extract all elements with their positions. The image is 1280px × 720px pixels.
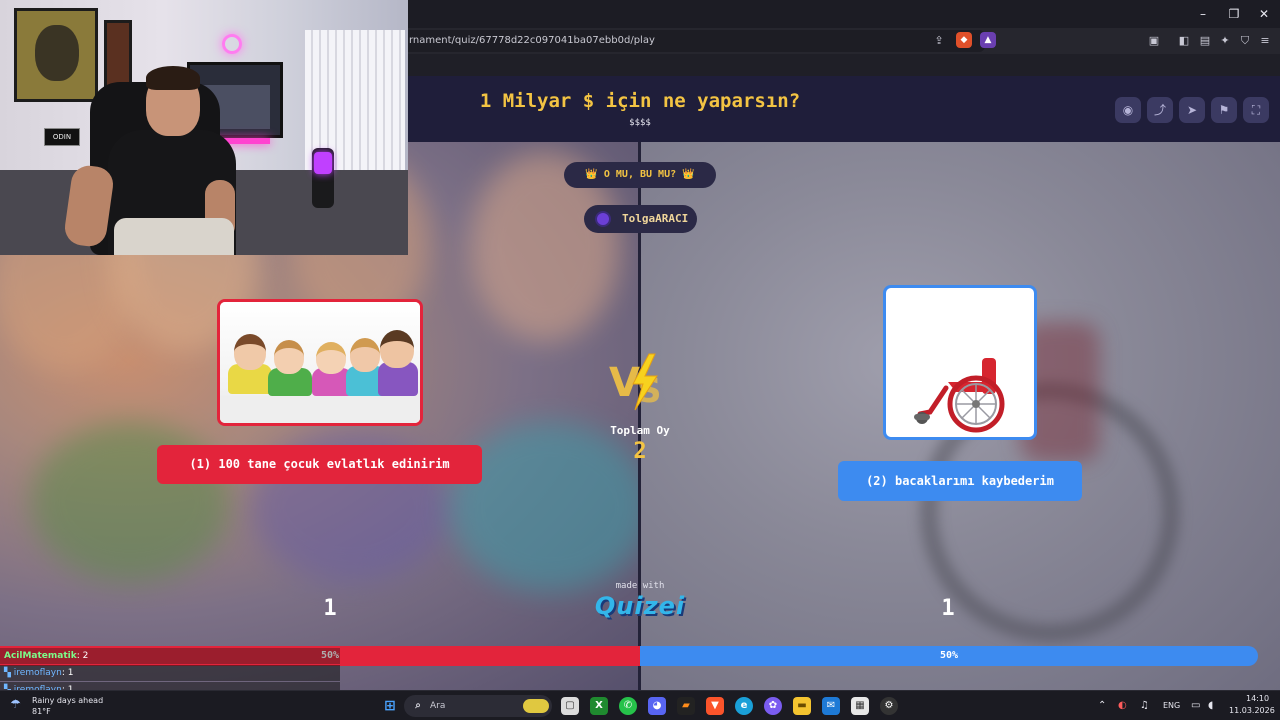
fullscreen-icon[interactable]: ⛶ xyxy=(1243,97,1269,123)
maximize-button[interactable]: ❐ xyxy=(1219,4,1249,24)
chat-message: AcilMatematik: 2 xyxy=(0,648,340,664)
windows-taskbar: Rainy days ahead 81°F ☂ ⊞ Ara ⌕ ▢ X ✆ ◕ … xyxy=(0,690,1280,720)
quizei-logo[interactable]: Quizei xyxy=(580,592,700,620)
neon-light xyxy=(222,34,242,54)
copilot-icon[interactable]: ✿ xyxy=(764,697,782,715)
clock-date[interactable]: 11.03.2026 xyxy=(1229,706,1275,715)
tray-chevron-icon[interactable]: ⌃ xyxy=(1098,700,1106,711)
wallet-icon[interactable]: ▤ xyxy=(1196,32,1214,50)
option-left-image[interactable] xyxy=(217,299,423,426)
mail-icon[interactable]: ✉ xyxy=(822,697,840,715)
discord-icon[interactable]: ◕ xyxy=(648,697,666,715)
chat-text: : 2 xyxy=(76,651,89,661)
stream-chat: AcilMatematik: 2 ▚ iremoflayn: 1 ▚ iremo… xyxy=(0,648,340,698)
option-right-image[interactable] xyxy=(883,285,1037,440)
weather-text: Rainy days ahead xyxy=(32,696,104,705)
total-votes-value: 2 xyxy=(633,439,647,464)
right-percent: 50% xyxy=(939,650,959,661)
reader-icon[interactable]: ▣ xyxy=(1145,32,1163,50)
mode-badge: 👑 O MU, BU MU? 👑 xyxy=(564,162,716,188)
search-icon: ⌕ xyxy=(415,700,421,711)
vs-badge-icon: V S xyxy=(609,353,662,411)
chat-user: AcilMatematik xyxy=(4,651,77,661)
odin-sign: ODIN xyxy=(44,128,80,146)
search-highlight-icon[interactable] xyxy=(523,699,549,713)
right-progress-bar: 50% xyxy=(640,646,1258,666)
whatsapp-icon[interactable]: ✆ xyxy=(619,697,637,715)
start-icon[interactable]: ⊞ xyxy=(381,697,399,715)
option-right-button[interactable]: (2) bacaklarımı kaybederim xyxy=(838,461,1082,501)
url-field[interactable]: rnament/quiz/67778d22c097041ba07ebb0d/pl… xyxy=(395,30,985,52)
author-badge[interactable]: TolgaARACI xyxy=(584,205,697,233)
quiz-subtitle: $$$$ xyxy=(629,118,651,128)
author-name: TolgaARACI xyxy=(622,212,689,225)
total-votes-label: Toplam Oy xyxy=(610,424,670,437)
mic-icon[interactable]: ♫ xyxy=(1140,700,1149,711)
flag-icon[interactable]: ⚑ xyxy=(1211,97,1237,123)
sidebar-icon[interactable]: ◧ xyxy=(1175,32,1193,50)
chat-user: iremoflayn xyxy=(13,668,62,678)
task-view-icon[interactable]: ▢ xyxy=(561,697,579,715)
chat-message: ▚ iremoflayn: 1 xyxy=(0,665,340,681)
chat-badge-icon: ▚ xyxy=(4,668,14,678)
eye-icon[interactable]: ◉ xyxy=(1115,97,1141,123)
wheelchair-icon xyxy=(914,358,1005,433)
volume-icon[interactable]: ◖ xyxy=(1208,700,1213,711)
brave-icon[interactable]: ▼ xyxy=(706,697,724,715)
wall-painting xyxy=(14,8,98,102)
right-vote-count: 1 xyxy=(941,596,955,621)
option-left-button[interactable]: (1) 100 tane çocuk evlatlık edinirim xyxy=(157,445,482,484)
tray-app-icon[interactable]: ◐ xyxy=(1118,700,1127,711)
app-icon[interactable]: ⚙ xyxy=(880,697,898,715)
quiz-title: 1 Milyar $ için ne yaparsın? xyxy=(479,90,801,112)
terminal-icon[interactable]: ▰ xyxy=(677,697,695,715)
share-icon[interactable]: ⤴ xyxy=(1147,97,1173,123)
author-avatar xyxy=(595,211,611,227)
screen: – ❐ ✕ rnament/quiz/67778d22c097041ba07eb… xyxy=(0,0,1280,720)
edge-icon[interactable]: e xyxy=(735,697,753,715)
vpn-icon[interactable]: ⛉ xyxy=(1236,32,1254,50)
weather-temp: 81°F xyxy=(32,707,51,716)
minimize-button[interactable]: – xyxy=(1188,4,1218,24)
send-icon[interactable]: ➤ xyxy=(1179,97,1205,123)
clock-time[interactable]: 14:10 xyxy=(1246,694,1269,703)
network-icon[interactable]: ▭ xyxy=(1191,700,1200,711)
left-vote-count: 1 xyxy=(323,596,337,621)
close-button[interactable]: ✕ xyxy=(1249,4,1279,24)
leo-ai-icon[interactable]: ✦ xyxy=(1216,32,1234,50)
weather-widget[interactable]: Rainy days ahead 81°F ☂ xyxy=(8,693,118,719)
brave-shield-icon[interactable]: ◆ xyxy=(956,32,972,48)
share-page-icon[interactable]: ⇪ xyxy=(930,32,948,50)
language-indicator[interactable]: ENG xyxy=(1163,701,1180,710)
weather-icon: ☂ xyxy=(10,697,21,711)
made-with-text: made with xyxy=(615,581,665,591)
brave-rewards-icon[interactable]: ▲ xyxy=(980,32,996,48)
xbox-icon[interactable]: X xyxy=(590,697,608,715)
file-explorer-icon[interactable]: ▬ xyxy=(793,697,811,715)
store-icon[interactable]: ▦ xyxy=(851,697,869,715)
chat-text: : 1 xyxy=(61,668,74,678)
webcam-overlay: ODIN xyxy=(0,0,408,255)
menu-icon[interactable]: ≡ xyxy=(1256,32,1274,50)
kids-photo xyxy=(220,302,420,423)
